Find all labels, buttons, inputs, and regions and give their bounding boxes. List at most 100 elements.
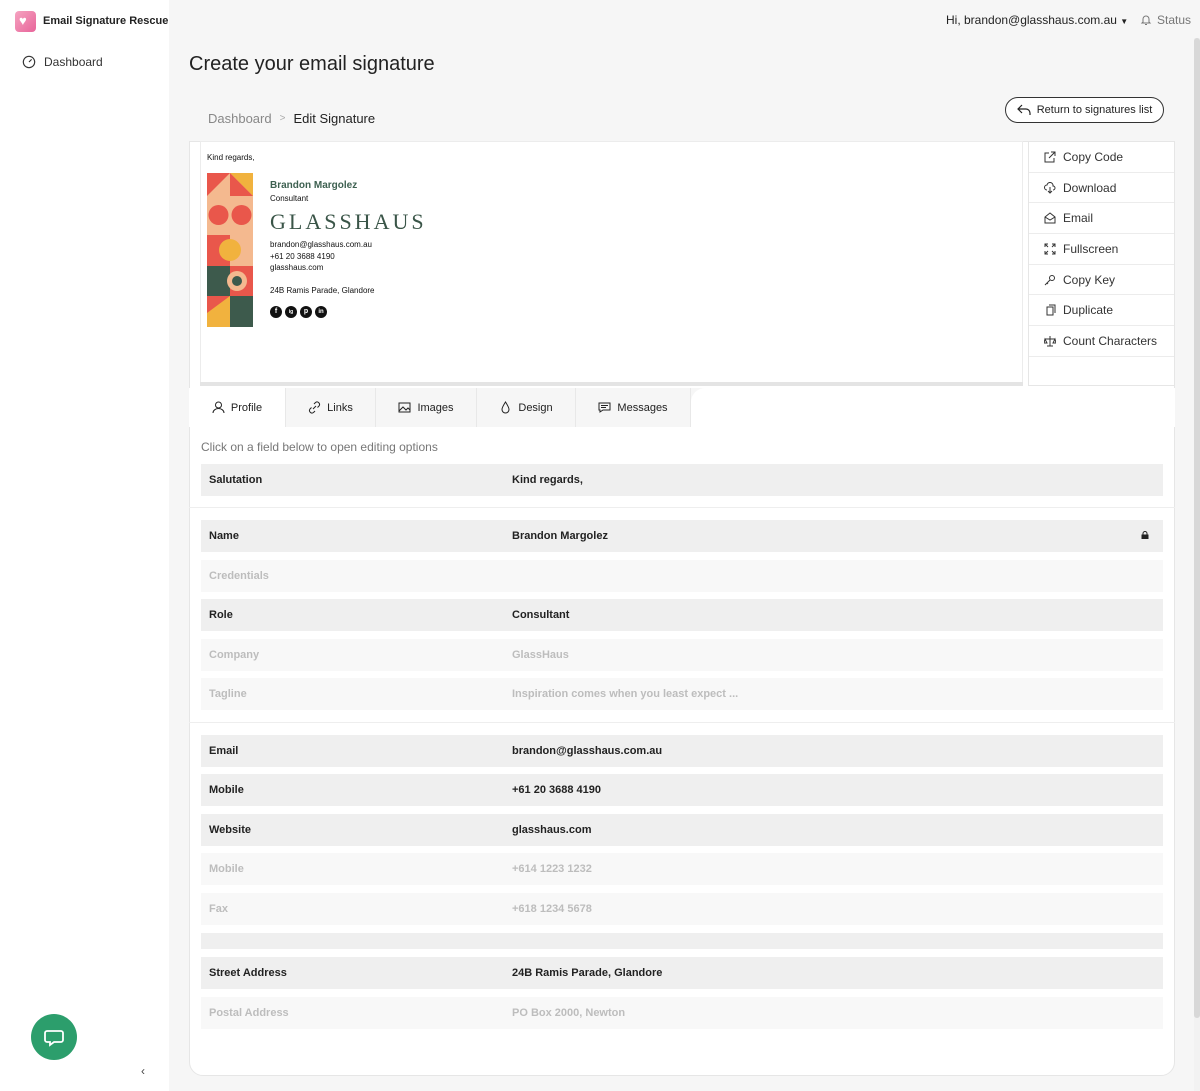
- field-value: +618 1234 5678: [490, 893, 1163, 925]
- droplet-icon: [501, 401, 510, 414]
- field-mobile[interactable]: Mobile +61 20 3688 4190: [201, 774, 1163, 806]
- sig-address: 24B Ramis Parade, Glandore: [270, 286, 375, 295]
- link-icon: [309, 401, 321, 414]
- copy-code-button[interactable]: Copy Code: [1029, 142, 1174, 173]
- breadcrumb-dashboard[interactable]: Dashboard: [208, 111, 272, 126]
- action-label: Count Characters: [1063, 333, 1158, 348]
- field-label: Tagline: [201, 678, 490, 710]
- field-fax[interactable]: Fax +618 1234 5678: [201, 893, 1163, 925]
- tab-label: Design: [518, 401, 553, 414]
- field-value: GlassHaus: [490, 639, 1163, 671]
- action-label: Duplicate: [1063, 303, 1114, 318]
- sig-phone: +61 20 3688 4190: [270, 252, 335, 261]
- field-postal-address[interactable]: Postal Address PO Box 2000, Newton: [201, 997, 1163, 1029]
- export-icon: [1044, 151, 1056, 163]
- action-label: Copy Key: [1063, 272, 1116, 287]
- field-credentials[interactable]: Credentials: [201, 560, 1163, 592]
- breadcrumb-current: Edit Signature: [293, 111, 376, 126]
- field-label: Postal Address: [201, 997, 490, 1029]
- collapse-sidebar-button[interactable]: ‹: [141, 1064, 145, 1078]
- field-label: Credentials: [201, 560, 490, 592]
- gauge-icon: [22, 55, 36, 69]
- tab-label: Messages: [617, 401, 668, 414]
- section-divider: [189, 722, 1175, 723]
- sig-email: brandon@glasshaus.com.au: [270, 240, 372, 249]
- field-value: 24B Ramis Parade, Glandore: [490, 957, 1163, 989]
- tab-design[interactable]: Design: [477, 388, 576, 427]
- tab-label: Links: [327, 401, 353, 414]
- app-name: Email Signature Rescue: [43, 15, 169, 27]
- preview-scrollbar[interactable]: [200, 382, 1023, 386]
- fullscreen-button[interactable]: Fullscreen: [1029, 234, 1174, 265]
- expand-icon: [1044, 243, 1056, 255]
- email-button[interactable]: Email: [1029, 203, 1174, 235]
- sig-social-icons: f ig p in: [270, 306, 327, 318]
- logo-icon: [15, 10, 36, 32]
- pinterest-icon[interactable]: p: [300, 306, 312, 318]
- sig-name: Brandon Margolez: [270, 180, 358, 191]
- sig-salutation: Kind regards,: [207, 153, 255, 162]
- field-mobile-secondary[interactable]: Mobile +614 1223 1232: [201, 853, 1163, 885]
- field-tagline[interactable]: Tagline Inspiration comes when you least…: [201, 678, 1163, 710]
- chat-button[interactable]: [31, 1014, 77, 1060]
- status-label: Status: [1157, 13, 1192, 27]
- duplicate-icon: [1046, 304, 1056, 316]
- duplicate-button[interactable]: Duplicate: [1029, 295, 1174, 327]
- field-value: brandon@glasshaus.com.au: [490, 735, 1163, 767]
- field-label: Email: [201, 735, 490, 767]
- field-label: Mobile: [201, 774, 490, 806]
- section-divider: [189, 507, 1175, 508]
- editor-tabs: Profile Links Images Design Messages: [189, 388, 1175, 427]
- tab-messages[interactable]: Messages: [576, 388, 691, 427]
- greeting-text: Hi, brandon@glasshaus.com.au: [946, 13, 1117, 27]
- user-menu[interactable]: Hi, brandon@glasshaus.com.au ▼: [946, 13, 1128, 27]
- breadcrumb: Dashboard > Edit Signature: [208, 111, 375, 126]
- field-value: Kind regards,: [490, 464, 1163, 496]
- tab-links[interactable]: Links: [286, 388, 376, 427]
- sig-role: Consultant: [270, 194, 309, 203]
- facebook-icon[interactable]: f: [270, 306, 282, 318]
- status-link[interactable]: Status: [1140, 13, 1191, 27]
- linkedin-icon[interactable]: in: [315, 306, 327, 318]
- sig-website: glasshaus.com: [270, 263, 324, 272]
- field-salutation[interactable]: Salutation Kind regards,: [201, 464, 1163, 496]
- copy-key-button[interactable]: Copy Key: [1029, 265, 1174, 296]
- download-button[interactable]: Download: [1029, 173, 1174, 204]
- cloud-download-icon: [1044, 181, 1056, 194]
- tab-images[interactable]: Images: [376, 388, 477, 427]
- instagram-icon[interactable]: ig: [285, 306, 297, 318]
- brand[interactable]: Email Signature Rescue: [15, 10, 168, 32]
- field-value: Brandon Margolez: [490, 520, 1163, 552]
- field-street-address[interactable]: Street Address 24B Ramis Parade, Glandor…: [201, 957, 1163, 989]
- action-label: Email: [1063, 211, 1094, 226]
- bell-icon: [1140, 15, 1152, 25]
- breadcrumb-separator: >: [279, 113, 286, 124]
- message-icon: [598, 402, 611, 413]
- tabs-spacer: [691, 388, 1175, 427]
- return-to-list-button[interactable]: Return to signatures list: [1005, 97, 1164, 123]
- return-label: Return to signatures list: [1036, 104, 1153, 116]
- field-value: +61 20 3688 4190: [490, 774, 1163, 806]
- tab-label: Images: [417, 401, 454, 414]
- field-label: Fax: [201, 893, 490, 925]
- field-value: PO Box 2000, Newton: [490, 997, 1163, 1029]
- field-name[interactable]: Name Brandon Margolez: [201, 520, 1163, 552]
- chat-icon: [44, 1030, 64, 1047]
- field-role[interactable]: Role Consultant: [201, 599, 1163, 631]
- field-spacer: [201, 933, 1163, 949]
- sidebar-item-dashboard[interactable]: Dashboard: [22, 55, 103, 69]
- key-icon: [1044, 274, 1055, 285]
- field-label: Street Address: [201, 957, 490, 989]
- field-label: Website: [201, 814, 490, 846]
- action-label: Download: [1063, 180, 1117, 195]
- lock-icon: [1141, 531, 1149, 539]
- field-website[interactable]: Website glasshaus.com: [201, 814, 1163, 846]
- tab-profile[interactable]: Profile: [189, 388, 286, 427]
- scale-icon: [1044, 335, 1056, 347]
- sidebar-item-label: Dashboard: [44, 55, 103, 69]
- field-company[interactable]: Company GlassHaus: [201, 639, 1163, 671]
- signature-preview: [200, 141, 1023, 383]
- field-email[interactable]: Email brandon@glasshaus.com.au: [201, 735, 1163, 767]
- scrollbar-thumb[interactable]: [1194, 38, 1200, 1018]
- count-characters-button[interactable]: Count Characters: [1029, 326, 1174, 357]
